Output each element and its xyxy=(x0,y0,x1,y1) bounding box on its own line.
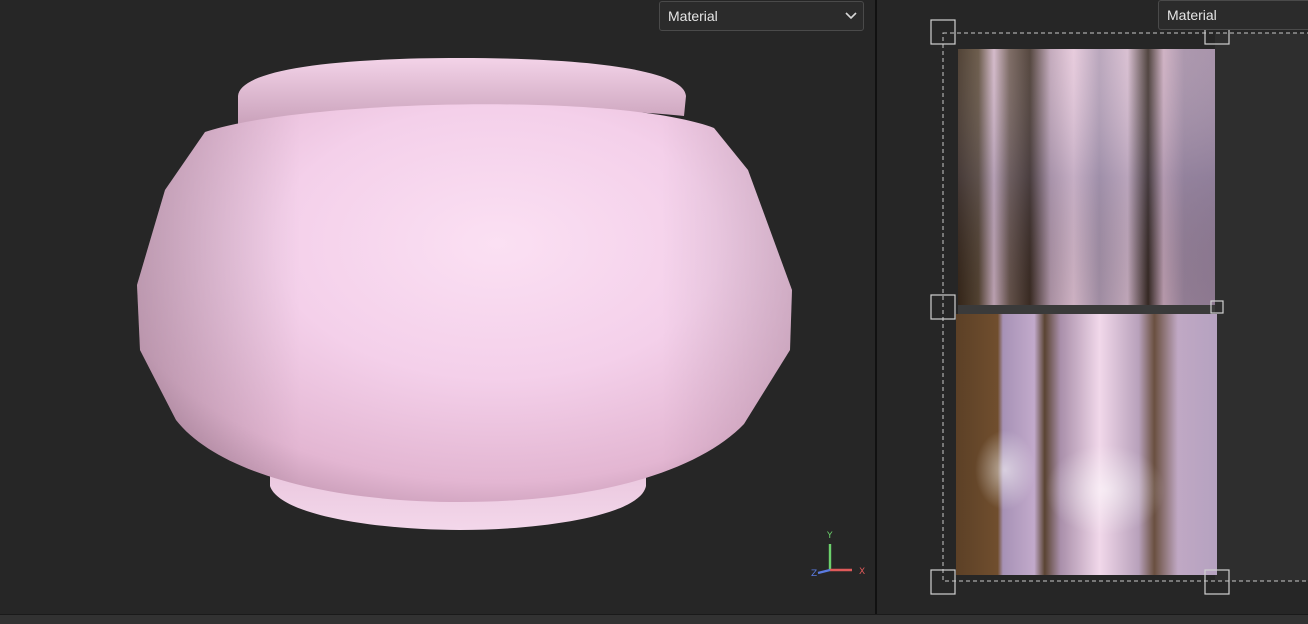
z-axis-label: Z xyxy=(811,569,817,579)
handle-bottom-left xyxy=(930,569,956,595)
x-axis-label: X xyxy=(859,567,865,577)
z-axis-line xyxy=(817,568,831,575)
uv-material-dropdown[interactable]: Material xyxy=(1158,0,1308,30)
pot-model xyxy=(137,58,792,530)
uv-texture-view[interactable]: Material xyxy=(877,0,1308,614)
material-dropdown[interactable]: Material xyxy=(659,1,864,31)
uv-material-dropdown-label: Material xyxy=(1167,7,1217,23)
chevron-down-icon xyxy=(845,12,857,20)
3d-viewport[interactable]: Material Y X Z xyxy=(0,0,875,614)
axis-gizmo: Y X Z xyxy=(811,531,865,579)
y-axis-label: Y xyxy=(826,531,833,541)
material-dropdown-label: Material xyxy=(668,8,718,24)
uv-texture-canvas xyxy=(930,19,1308,595)
